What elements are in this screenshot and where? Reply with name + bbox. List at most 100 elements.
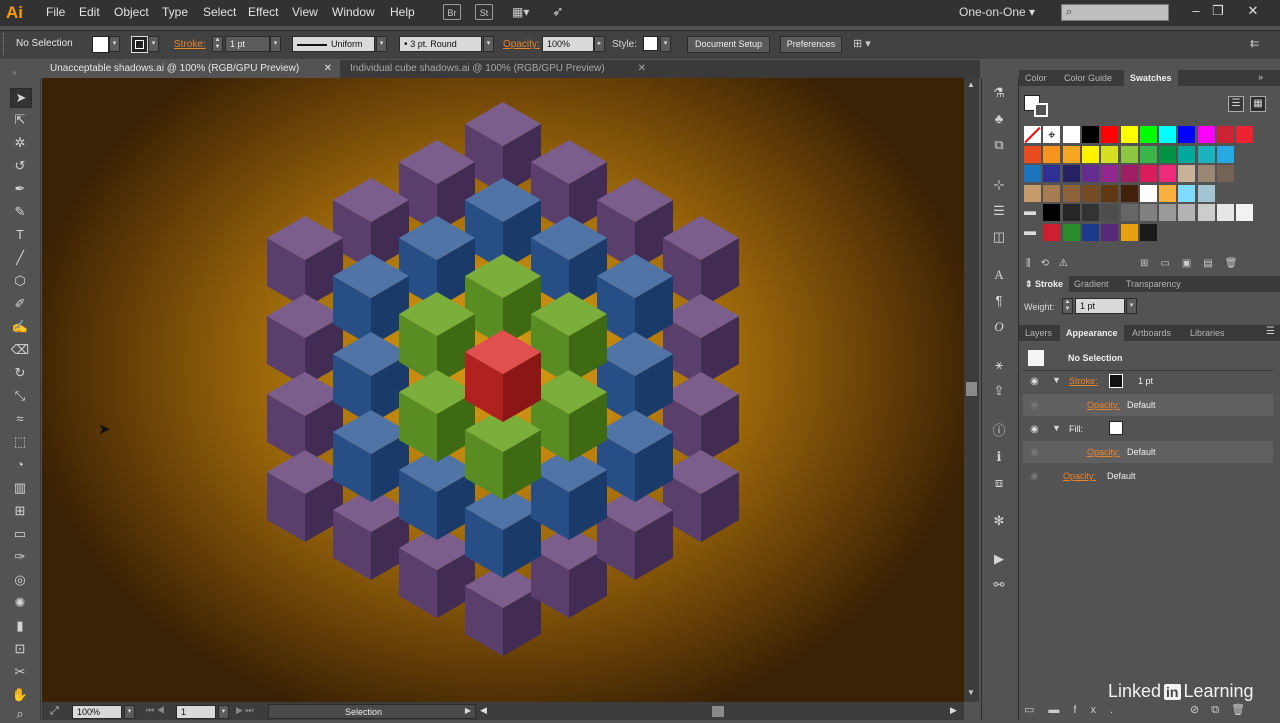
document-info-panel-icon[interactable]: ℹ [990,448,1008,466]
lasso-tool-icon[interactable]: ↺ [10,157,30,175]
hand-tool-icon[interactable]: ✋ [10,686,30,704]
swatch[interactable] [1043,204,1061,221]
perspective-grid-tool-icon[interactable]: ▥ [10,479,30,497]
swatch-registration[interactable]: ⌖ [1043,126,1061,143]
brush-dropdown[interactable]: ▾ [483,36,494,52]
tab-color-guide[interactable]: Color Guide [1058,70,1118,86]
minimize-button[interactable]: – [1185,2,1207,20]
opacity-label[interactable]: Opacity: [503,39,540,50]
links-panel-icon[interactable]: ⚯ [990,576,1008,594]
mesh-tool-icon[interactable]: ⊞ [10,502,30,520]
cube-artwork[interactable] [42,78,964,702]
opacity-slider-button[interactable]: ▸ [594,36,605,52]
status-info-menu[interactable]: Selection ▶ [268,704,476,719]
rotate-view-icon[interactable]: ⤢ [50,705,59,718]
graphic-styles-panel-icon[interactable]: ⧉ [990,136,1008,154]
menu-file[interactable]: File [46,5,65,19]
appearance-menu-icon[interactable]: ☰ [1266,326,1275,337]
menu-view[interactable]: View [292,5,318,19]
close-tab-icon[interactable]: ✕ [324,60,332,78]
visibility-eye-icon[interactable]: ◉ [1030,376,1042,387]
artboard-number-field[interactable]: 1 [176,705,216,719]
zoom-dropdown[interactable]: ▾ [124,705,135,719]
swatch[interactable] [1062,184,1080,202]
tab-artboards[interactable]: Artboards [1126,325,1177,341]
swatch[interactable] [1120,204,1138,221]
swatch[interactable] [1062,223,1080,241]
cube[interactable] [531,370,607,462]
swatch[interactable] [1217,165,1234,182]
swatch[interactable] [1062,145,1080,163]
swatch[interactable] [1101,145,1119,163]
swatch[interactable] [1120,145,1138,163]
disclosure-triangle-icon[interactable]: ▼ [1052,423,1061,433]
shape-builder-tool-icon[interactable]: ◔ [10,456,30,474]
search-input[interactable]: ⌕ [1061,4,1169,21]
cube[interactable] [597,410,673,502]
swatch[interactable] [1081,204,1099,221]
menu-window[interactable]: Window [332,5,375,19]
opacity-link[interactable]: Opacity: [1063,471,1096,481]
warp-tool-icon[interactable]: ≈ [10,410,30,428]
artboard-canvas[interactable]: ➤ [42,78,964,702]
vertical-scroll-thumb[interactable] [966,382,977,396]
swatch[interactable] [1178,184,1196,202]
swatch[interactable] [1197,126,1215,143]
menu-edit[interactable]: Edit [79,5,100,19]
fill-swatch-small[interactable] [1109,421,1123,435]
svg-interactivity-panel-icon[interactable]: ✻ [990,512,1008,530]
swatch[interactable] [1081,223,1099,241]
artboard-nav-next-icon[interactable]: ▶ ⏭ [236,705,254,716]
paragraph-panel-icon[interactable]: ¶ [990,292,1008,310]
arrange-documents-icon[interactable]: ▦▾ [512,5,538,20]
stock-icon[interactable]: St [475,4,493,20]
opentype-panel-icon[interactable]: O [990,318,1008,336]
swatch[interactable] [1043,165,1061,182]
swatch[interactable] [1101,184,1119,202]
menu-select[interactable]: Select [203,5,236,19]
swatch[interactable] [1178,126,1196,143]
transform-panel-icon[interactable]: ⊹ [990,176,1008,194]
swatch[interactable] [1217,204,1234,221]
swatch[interactable] [1197,165,1215,182]
actions-panel-icon[interactable]: ▶ [990,550,1008,568]
paintbrush-tool-icon[interactable]: ✐ [10,295,30,313]
variable-width-profile[interactable]: Uniform [292,36,375,52]
info-panel-icon[interactable]: ⓘ [990,422,1008,440]
direct-selection-tool-icon[interactable]: ⇱ [10,111,30,129]
slice-tool-icon[interactable]: ✂ [10,663,30,681]
tab-stroke[interactable]: ⇕ Stroke [1019,276,1070,292]
zoom-field[interactable]: 100% [72,705,122,719]
workspace-switcher[interactable]: One-on-One ▾ [959,5,1035,19]
artboard-nav-prev-icon[interactable]: ⏮ ◀ [146,705,165,716]
tab-transparency[interactable]: Transparency [1120,276,1187,292]
swatch[interactable] [1159,184,1177,202]
list-view-icon[interactable]: ☰ [1228,96,1244,112]
graphic-style-swatch[interactable] [643,36,658,51]
control-bar-grip[interactable] [3,33,7,55]
swatch[interactable] [1236,204,1254,221]
tab-appearance[interactable]: Appearance [1060,325,1124,341]
swatch[interactable] [1139,145,1157,163]
eyedropper-tool-icon[interactable]: ✑ [10,548,30,566]
swatch[interactable] [1178,145,1196,163]
pen-tool-icon[interactable]: ✒ [10,180,30,198]
line-tool-icon[interactable]: ╱ [10,249,30,267]
menu-help[interactable]: Help [390,5,415,19]
stroke-weight-dropdown[interactable]: ▾ [270,36,281,52]
swatch[interactable] [1159,165,1177,182]
image-trace-panel-icon[interactable]: ⚹ [990,356,1008,374]
swatch[interactable] [1139,165,1157,182]
swatch[interactable] [1062,165,1080,182]
stroke-swatch-small[interactable] [1109,374,1123,388]
gpu-performance-icon[interactable]: ➶ [552,3,570,21]
tab-unacceptable-shadows[interactable]: Unacceptable shadows.ai @ 100% (RGB/GPU … [42,60,340,78]
swatch-grid[interactable]: ⌖ ▬ ▬ [1024,126,1260,246]
tab-gradient[interactable]: Gradient [1068,276,1115,292]
panel-collapse-icon[interactable]: » [1258,72,1263,82]
swatch[interactable] [1101,223,1119,241]
profile-dropdown[interactable]: ▾ [376,36,387,52]
stroke-weight-stepper[interactable]: ▲ ▼ [212,36,223,52]
swatch-none[interactable] [1024,126,1041,144]
swatch[interactable] [1101,165,1119,182]
